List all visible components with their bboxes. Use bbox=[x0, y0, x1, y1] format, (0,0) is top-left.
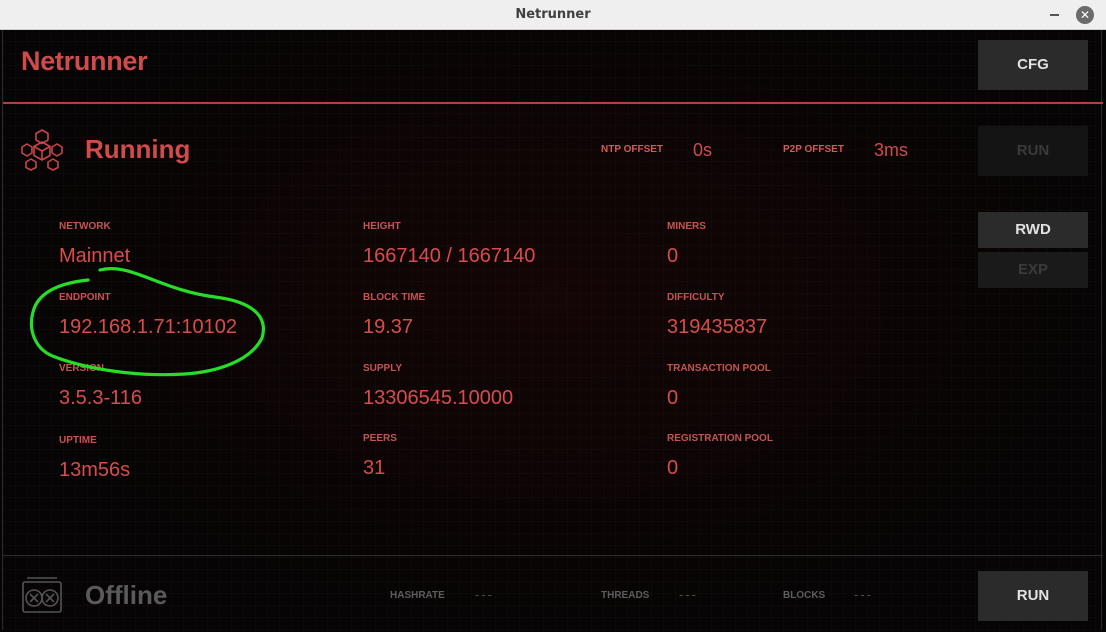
window-title: Netrunner bbox=[515, 7, 591, 22]
exp-button[interactable]: EXP bbox=[978, 252, 1088, 288]
node-cubes-icon bbox=[21, 129, 63, 171]
app-body: Netrunner CFG Running NTP OFFSET 0s P2P … bbox=[2, 30, 1103, 630]
endpoint-value: 192.168.1.71:10102 bbox=[59, 316, 237, 338]
miners-label: MINERS bbox=[667, 221, 706, 232]
miner-divider bbox=[3, 555, 1103, 556]
p2p-offset-value: 3ms bbox=[874, 140, 909, 160]
node-status: Running bbox=[85, 134, 191, 164]
gpu-miner-icon bbox=[22, 577, 62, 613]
hashrate-value: --- bbox=[475, 587, 494, 602]
threads-value: --- bbox=[679, 587, 698, 602]
header-divider bbox=[3, 102, 1103, 104]
difficulty-value: 319435837 bbox=[667, 316, 768, 338]
hashrate-label: HASHRATE bbox=[390, 590, 445, 601]
threads-label: THREADS bbox=[601, 590, 650, 601]
height-value: 1667140 / 1667140 bbox=[363, 245, 536, 267]
version-value: 3.5.3-116 bbox=[59, 387, 143, 409]
p2p-offset-label: P2P OFFSET bbox=[783, 144, 844, 155]
blocks-value: --- bbox=[854, 587, 873, 602]
window-titlebar: Netrunner ✕ bbox=[0, 0, 1106, 30]
ntp-offset-label: NTP OFFSET bbox=[601, 144, 664, 155]
block-time-value: 19.37 bbox=[363, 316, 414, 338]
registration-pool-label: REGISTRATION POOL bbox=[667, 433, 773, 444]
cfg-button[interactable]: CFG bbox=[978, 40, 1088, 90]
minimize-icon[interactable] bbox=[1050, 14, 1059, 16]
network-label: NETWORK bbox=[59, 221, 111, 232]
registration-pool-value: 0 bbox=[667, 457, 679, 479]
miner-run-button[interactable]: RUN bbox=[978, 571, 1088, 621]
miners-value: 0 bbox=[667, 245, 679, 267]
rwd-button[interactable]: RWD bbox=[978, 212, 1088, 248]
network-value: Mainnet bbox=[59, 245, 131, 267]
blocks-label: BLOCKS bbox=[783, 590, 826, 601]
peers-label: PEERS bbox=[363, 433, 397, 444]
version-label: VERSION bbox=[59, 363, 105, 374]
app-logo: Netrunner bbox=[21, 46, 148, 76]
endpoint-label: ENDPOINT bbox=[59, 292, 111, 303]
supply-value: 13306545.10000 bbox=[363, 387, 514, 409]
height-label: HEIGHT bbox=[363, 221, 401, 232]
transaction-pool-label: TRANSACTION POOL bbox=[667, 363, 771, 374]
uptime-label: UPTIME bbox=[59, 435, 97, 446]
close-icon[interactable]: ✕ bbox=[1076, 6, 1094, 24]
peers-value: 31 bbox=[363, 457, 386, 479]
node-run-button[interactable]: RUN bbox=[978, 126, 1088, 176]
ntp-offset-value: 0s bbox=[693, 140, 713, 160]
miner-status: Offline bbox=[85, 580, 168, 610]
uptime-value: 13m56s bbox=[59, 459, 131, 481]
difficulty-label: DIFFICULTY bbox=[667, 292, 725, 303]
block-time-label: BLOCK TIME bbox=[363, 292, 426, 303]
transaction-pool-value: 0 bbox=[667, 387, 679, 409]
supply-label: SUPPLY bbox=[363, 363, 403, 374]
